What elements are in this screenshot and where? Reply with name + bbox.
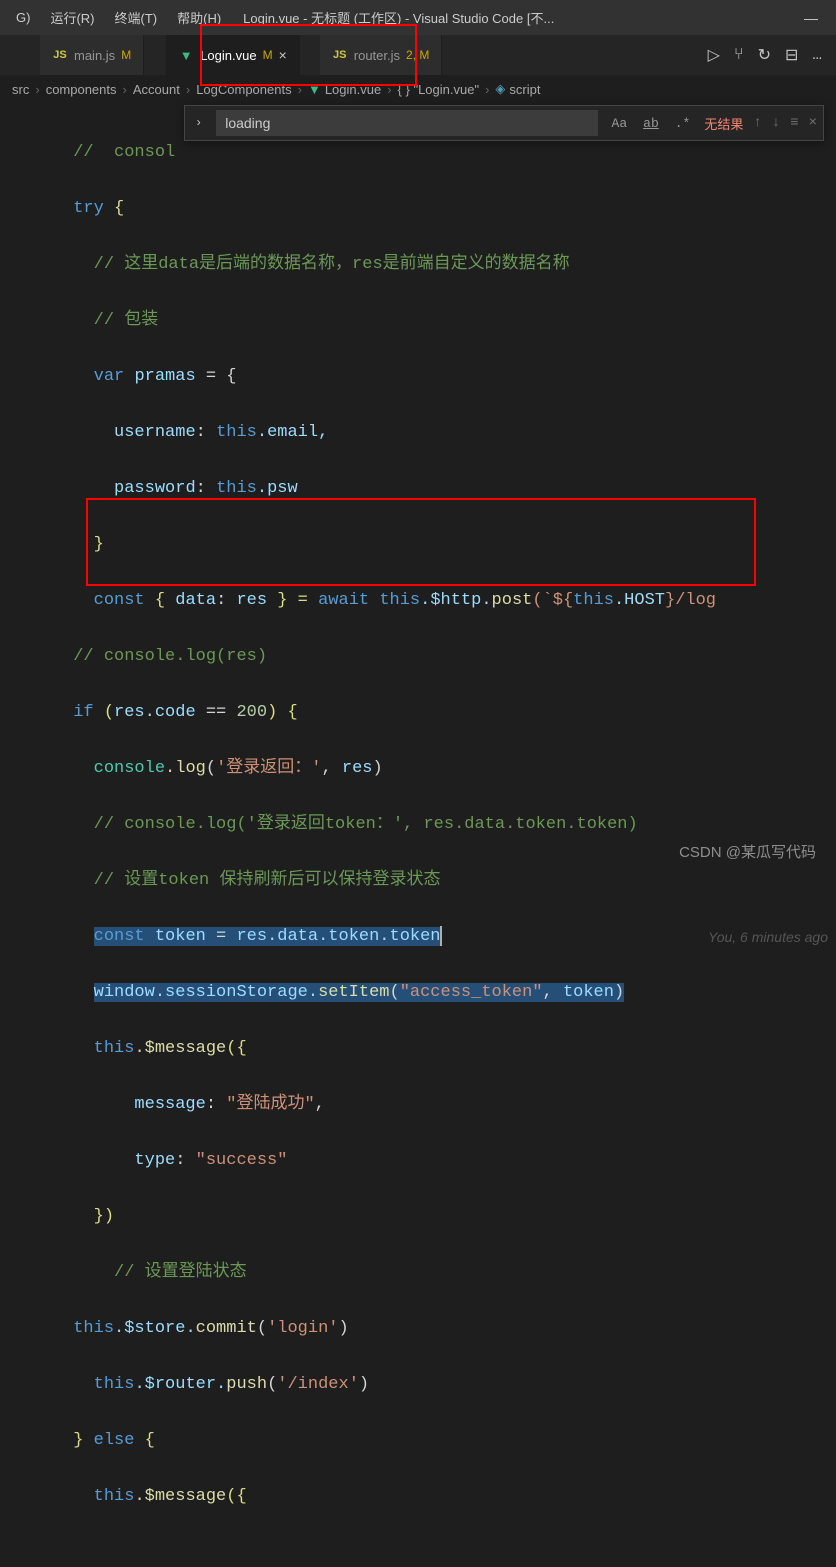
crumb[interactable]: script [509,82,540,97]
menubar: G) 运行(R) 终端(T) 帮助(H) Login.vue - 无标题 (工作… [0,0,836,35]
gitlens-annotation: You, 6 minutes ago [708,923,828,951]
tab-modified-icon: M [263,48,273,62]
regex-icon[interactable]: .* [671,114,695,133]
menu-run[interactable]: 运行(R) [42,4,102,31]
tab-bar: JS main.js M ▼ Login.vue M × JS router.j… [0,35,836,75]
search-results: 无结果 [704,114,743,133]
more-icon[interactable]: … [812,46,822,64]
vue-icon: ▼ [178,47,194,63]
tab-actions: ▷ ⑂ ↻ ⊟ … [694,35,836,75]
search-toggle-icon[interactable]: › [191,116,206,130]
tab-modified-icon: 2, M [406,48,429,62]
tab-label: main.js [74,48,115,63]
menu-help[interactable]: 帮助(H) [169,4,229,31]
cube-icon: ◈ [495,81,505,97]
search-widget: › Aa ab .* 无结果 ↑ ↓ ≡ × [184,105,824,141]
git-compare-icon[interactable]: ⑂ [734,46,744,64]
run-icon[interactable]: ▷ [708,45,720,65]
tab-router-js[interactable]: JS router.js 2, M [320,35,443,75]
close-search-icon[interactable]: × [809,115,817,131]
crumb[interactable]: Login.vue [325,82,381,97]
find-in-selection-icon[interactable]: ≡ [790,115,798,131]
breadcrumbs[interactable]: src› components› Account› LogComponents›… [0,75,836,103]
editor[interactable]: › Aa ab .* 无结果 ↑ ↓ ≡ × // consol try { /… [0,103,836,1567]
window-title: Login.vue - 无标题 (工作区) - Visual Studio Co… [243,8,800,27]
code-area[interactable]: // consol try { // 这里data是后端的数据名称，res是前端… [0,103,836,1567]
next-match-icon[interactable]: ↓ [772,115,780,131]
crumb[interactable]: { } "Login.vue" [398,82,480,97]
js-icon: JS [332,47,348,63]
prev-match-icon[interactable]: ↑ [753,115,761,131]
search-input[interactable] [216,110,597,136]
crumb[interactable]: src [12,82,29,97]
refresh-icon[interactable]: ↻ [758,45,771,65]
crumb[interactable]: components [46,82,117,97]
menu-g[interactable]: G) [8,6,38,29]
minimize-icon[interactable]: — [804,10,818,26]
whole-word-icon[interactable]: ab [639,114,663,133]
watermark: CSDN @某瓜写代码 [679,841,816,862]
split-icon[interactable]: ⊟ [785,45,798,65]
window-controls: — [804,10,828,26]
menu-terminal[interactable]: 终端(T) [107,4,166,31]
crumb[interactable]: Account [133,82,180,97]
tab-label: Login.vue [200,48,256,63]
tab-modified-icon: M [121,48,131,62]
match-case-icon[interactable]: Aa [608,114,632,133]
vue-icon: ▼ [308,82,321,97]
tab-login-vue[interactable]: ▼ Login.vue M × [166,35,300,75]
tab-label: router.js [354,48,400,63]
close-icon[interactable]: × [279,47,287,63]
crumb[interactable]: LogComponents [196,82,291,97]
tab-main-js[interactable]: JS main.js M [40,35,144,75]
js-icon: JS [52,47,68,63]
